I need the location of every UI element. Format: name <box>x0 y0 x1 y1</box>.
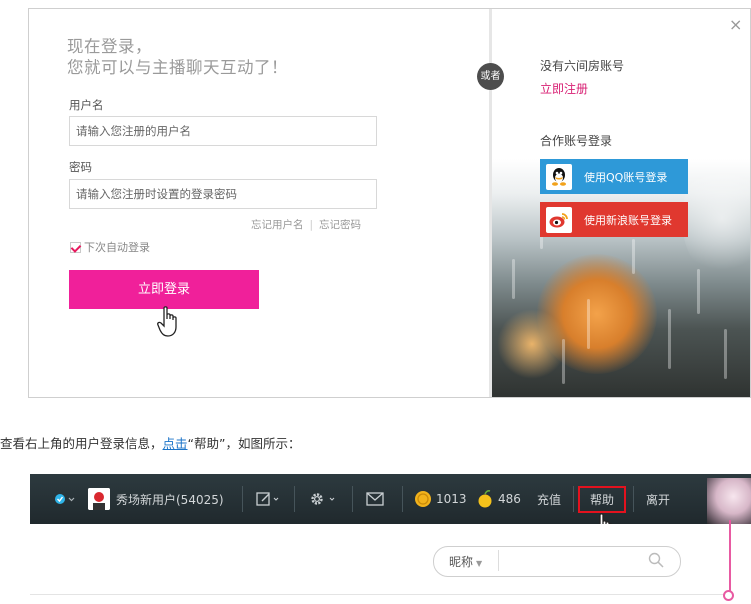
nickname-select[interactable]: 昵称 ▼ <box>449 553 482 570</box>
tutorial-link[interactable]: 点击 <box>163 436 188 451</box>
auto-login-option[interactable]: 下次自动登录 <box>70 239 150 255</box>
content-divider <box>30 594 730 595</box>
hand-cursor-icon <box>157 306 177 337</box>
site-top-bar: 秀场新用户(54025) 1013 486 充值 帮助 离开 <box>30 474 751 524</box>
forgot-links: 忘记用户名 | 忘记密码 <box>251 217 361 232</box>
rain-drop <box>512 259 515 299</box>
weibo-login-label: 使用新浪账号登录 <box>584 213 672 227</box>
weibo-icon <box>546 206 572 233</box>
weibo-login-button[interactable]: 使用新浪账号登录 <box>540 202 688 237</box>
leave-link[interactable]: 离开 <box>646 474 670 524</box>
partner-login-label: 合作账号登录 <box>540 134 613 148</box>
password-label: 密码 <box>69 160 92 174</box>
settings-menu[interactable] <box>308 474 338 524</box>
search-icon[interactable] <box>648 552 664 568</box>
auto-login-checkbox[interactable] <box>70 241 81 253</box>
toolbar-divider <box>352 486 353 512</box>
light-glow <box>682 159 750 279</box>
rain-drop <box>587 299 590 349</box>
toolbar-divider <box>633 486 634 512</box>
bean-balance: 486 <box>476 474 521 524</box>
bean-count: 486 <box>498 492 521 506</box>
gear-icon <box>311 493 335 505</box>
messages-button[interactable] <box>366 474 384 524</box>
login-dialog: 现在登录， 您就可以与主播聊天互动了！ 用户名 密码 忘记用户名|忘记密码 下次… <box>28 8 751 398</box>
decorative-line <box>729 520 731 595</box>
toolbar-divider <box>573 486 574 512</box>
edit-icon <box>256 492 279 506</box>
rain-drop <box>668 309 671 369</box>
recharge-link[interactable]: 充值 <box>537 474 561 524</box>
tutorial-text-before: 查看右上角的用户登录信息， <box>0 436 163 451</box>
status-check-icon <box>55 494 75 504</box>
user-avatar <box>88 488 110 510</box>
username-display: 秀场新用户(54025) <box>116 492 224 507</box>
coin-icon <box>415 491 431 507</box>
rain-drop <box>697 269 700 314</box>
login-button[interactable]: 立即登录 <box>69 270 259 309</box>
bean-icon <box>478 490 492 508</box>
no-account-text: 没有六间房账号 <box>540 59 625 73</box>
chevron-down-icon: ▼ <box>476 559 483 568</box>
rain-drop <box>632 239 635 274</box>
qq-login-button[interactable]: 使用QQ账号登录 <box>540 159 688 194</box>
rain-drop <box>724 329 727 379</box>
forgot-password-link[interactable]: 忘记密码 <box>319 219 361 231</box>
forgot-username-link[interactable]: 忘记用户名 <box>251 219 304 231</box>
edit-menu[interactable] <box>256 474 282 524</box>
qq-login-label: 使用QQ账号登录 <box>584 170 668 184</box>
anchor-portrait <box>707 478 751 524</box>
help-highlight-box <box>578 486 626 513</box>
rain-drop <box>562 339 565 384</box>
search-input[interactable] <box>506 550 640 573</box>
user-menu[interactable]: 秀场新用户(54025) <box>88 474 224 524</box>
toolbar-divider <box>242 486 243 512</box>
login-form-panel: 现在登录， 您就可以与主播聊天互动了！ 用户名 密码 忘记用户名|忘记密码 下次… <box>29 9 491 397</box>
decorative-dot <box>723 590 734 601</box>
username-input[interactable] <box>69 116 377 146</box>
password-input[interactable] <box>69 179 377 209</box>
coin-count: 1013 <box>436 492 467 506</box>
toolbar-divider <box>402 486 403 512</box>
forgot-separator: | <box>309 219 314 231</box>
or-badge: 或者 <box>477 63 504 90</box>
toolbar-divider <box>294 486 295 512</box>
username-label: 用户名 <box>69 98 104 112</box>
login-title-line-2: 您就可以与主播聊天互动了！ <box>67 58 288 77</box>
orange-light-glow-small <box>497 309 567 379</box>
tutorial-text-after: “帮助”，如图所示： <box>187 436 301 451</box>
register-link[interactable]: 立即注册 <box>540 80 588 97</box>
online-status-dropdown[interactable] <box>54 474 76 524</box>
auto-login-label: 下次自动登录 <box>84 241 150 254</box>
nickname-select-label: 昵称 <box>449 555 474 569</box>
mail-icon <box>366 492 384 506</box>
qq-penguin-icon <box>546 163 572 190</box>
coin-balance: 1013 <box>414 474 467 524</box>
close-icon[interactable]: × <box>729 15 742 34</box>
search-divider <box>498 550 499 571</box>
tutorial-instruction: 查看右上角的用户登录信息，点击“帮助”，如图所示： <box>0 433 300 452</box>
